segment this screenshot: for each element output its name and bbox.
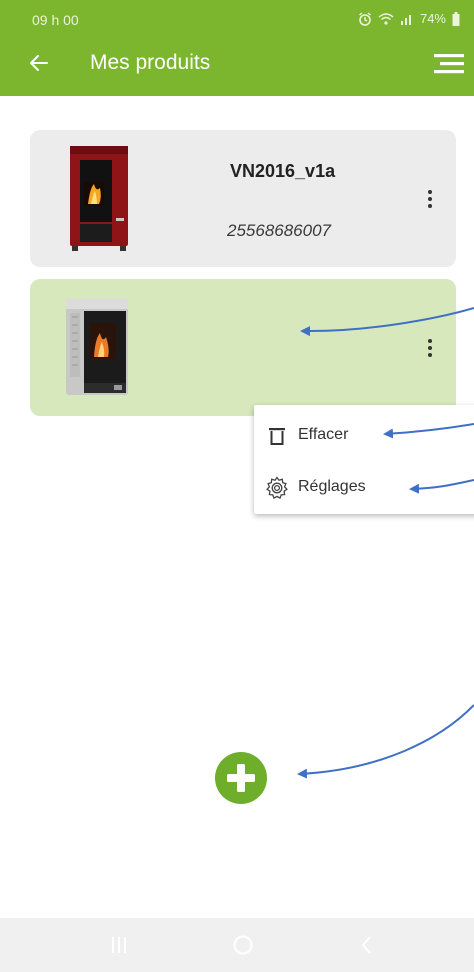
red-pellet-stove-image [70,146,128,251]
more-vertical-icon[interactable] [418,187,442,215]
recent-apps-icon[interactable] [104,932,134,958]
app-header: 09 h 00 74% Mes produits [0,0,474,96]
wifi-icon [378,12,394,25]
menu-lines-icon[interactable] [432,50,466,78]
annotation-arrow-fab [297,704,474,779]
menu-item-label: Réglages [298,478,366,495]
menu-item-label: Effacer [298,426,349,443]
product-card[interactable]: VN2016_v1a 25568686007 [30,130,456,267]
silver-pellet-stove-image [66,299,128,395]
screen: 09 h 00 74% Mes produits VN2016_v1a 2556… [0,0,474,972]
home-circle-icon[interactable] [228,932,258,958]
status-bar: 09 h 00 74% [0,0,474,34]
status-icons: 74% [358,11,460,26]
chevron-left-icon[interactable] [352,932,382,958]
more-vertical-icon[interactable] [418,336,442,364]
battery-icon [452,11,460,26]
gear-icon [266,476,288,500]
product-name: VN2016_v1a [230,161,336,181]
battery-percent: 74% [419,11,446,26]
context-menu: Effacer Réglages [254,405,474,514]
add-product-button[interactable] [215,752,267,804]
product-card-selected[interactable] [30,279,456,416]
menu-item-settings[interactable]: Réglages [254,467,474,509]
status-time: 09 h 00 [32,12,79,28]
trash-icon [269,428,285,445]
page-title: Mes produits [90,51,211,74]
arrow-left-icon[interactable] [27,51,51,75]
toolbar: Mes produits [0,40,474,90]
plus-icon [227,764,255,792]
signal-icon [400,14,411,25]
navigation-bar [0,918,474,972]
menu-item-delete[interactable]: Effacer [254,415,474,457]
alarm-icon [359,11,371,26]
product-serial: 25568686007 [227,221,332,240]
